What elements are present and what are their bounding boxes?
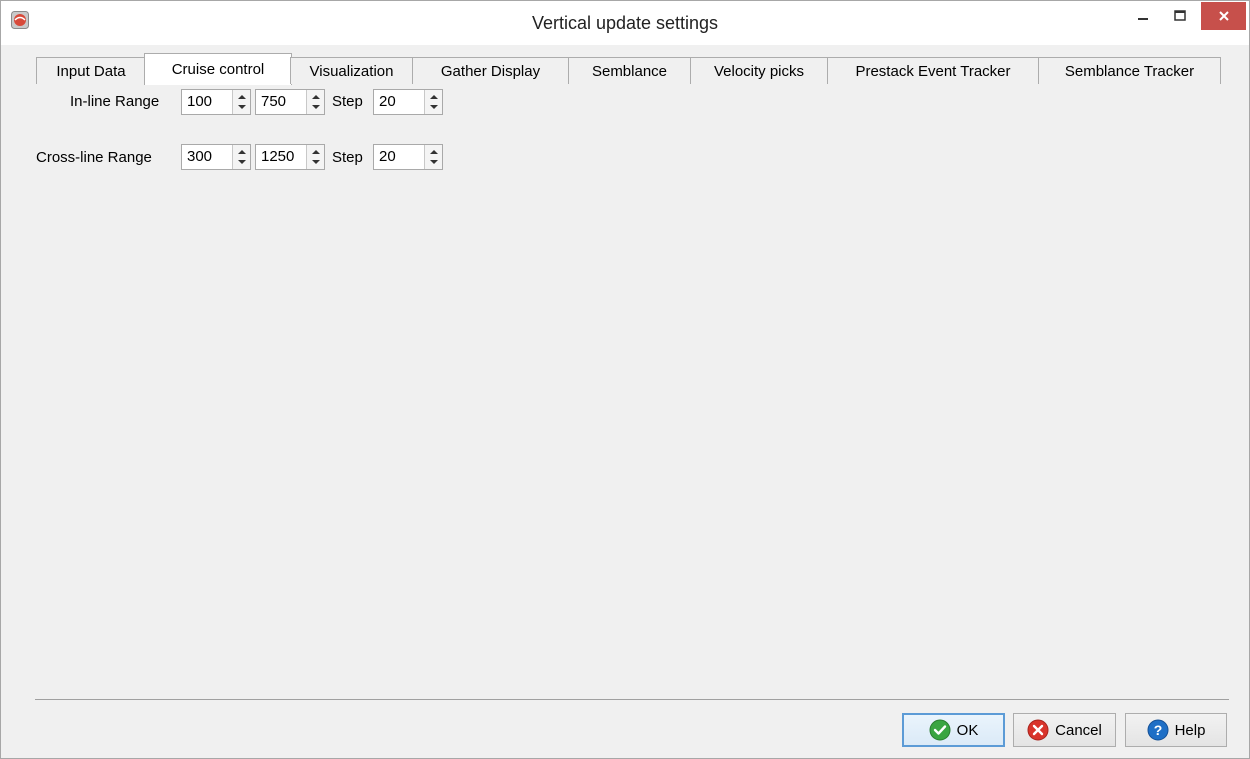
tab-label: Gather Display xyxy=(440,62,541,80)
spinner-up-icon[interactable] xyxy=(428,92,439,102)
cancel-label: Cancel xyxy=(1055,721,1102,739)
help-label: Help xyxy=(1174,721,1206,739)
minimize-icon xyxy=(1138,18,1148,20)
crossline-from-spinner[interactable]: 300 xyxy=(181,144,251,170)
inline-from-value[interactable]: 100 xyxy=(187,93,212,110)
spinner-arrows[interactable] xyxy=(306,90,324,114)
spinner-up-icon[interactable] xyxy=(310,147,321,157)
crossline-from-value[interactable]: 300 xyxy=(187,148,212,165)
inline-to-spinner[interactable]: 750 xyxy=(255,89,325,115)
tab-label: Semblance Tracker xyxy=(1064,62,1195,80)
crossline-range-label: Cross-line Range xyxy=(36,149,152,166)
tab-label: Prestack Event Tracker xyxy=(855,62,1011,80)
tab-label: Visualization xyxy=(309,62,394,80)
tab-gather-display[interactable]: Gather Display xyxy=(412,57,569,84)
spinner-arrows[interactable] xyxy=(424,145,442,169)
spinner-arrows[interactable] xyxy=(306,145,324,169)
tab-visualization[interactable]: Visualization xyxy=(290,57,413,84)
title-bar[interactable]: Vertical update settings xyxy=(1,1,1249,45)
cancel-button[interactable]: Cancel xyxy=(1013,713,1116,747)
dialog-window: Vertical update settings Input Data Crui… xyxy=(0,0,1250,759)
inline-step-label: Step xyxy=(332,93,363,110)
inline-step-value[interactable]: 20 xyxy=(379,93,396,110)
help-button[interactable]: ? Help xyxy=(1125,713,1227,747)
ok-button[interactable]: OK xyxy=(902,713,1005,747)
spinner-up-icon[interactable] xyxy=(236,147,247,157)
crossline-to-spinner[interactable]: 1250 xyxy=(255,144,325,170)
spinner-arrows[interactable] xyxy=(232,90,250,114)
spinner-down-icon[interactable] xyxy=(236,102,247,112)
spinner-up-icon[interactable] xyxy=(310,92,321,102)
maximize-button[interactable] xyxy=(1163,2,1197,30)
close-button[interactable] xyxy=(1201,2,1246,30)
tab-label: Velocity picks xyxy=(713,62,805,80)
crossline-step-label: Step xyxy=(332,149,363,166)
spinner-up-icon[interactable] xyxy=(236,92,247,102)
spinner-down-icon[interactable] xyxy=(428,157,439,167)
spinner-down-icon[interactable] xyxy=(310,157,321,167)
tab-velocity-picks[interactable]: Velocity picks xyxy=(690,57,828,84)
ok-label: OK xyxy=(956,721,979,739)
tab-prestack-event-tracker[interactable]: Prestack Event Tracker xyxy=(827,57,1039,84)
svg-text:?: ? xyxy=(1153,722,1162,738)
tab-input-data[interactable]: Input Data xyxy=(36,57,146,84)
inline-range-label: In-line Range xyxy=(70,93,160,110)
window-title: Vertical update settings xyxy=(531,13,719,33)
tab-bar: Input Data Cruise control Visualization … xyxy=(36,53,1226,85)
minimize-button[interactable] xyxy=(1126,2,1160,30)
spinner-down-icon[interactable] xyxy=(236,157,247,167)
help-question-icon: ? xyxy=(1147,719,1169,741)
footer-separator xyxy=(35,699,1229,700)
inline-step-spinner[interactable]: 20 xyxy=(373,89,443,115)
inline-to-value[interactable]: 750 xyxy=(261,93,286,110)
spinner-arrows[interactable] xyxy=(424,90,442,114)
maximize-icon xyxy=(1174,10,1186,21)
tab-semblance-tracker[interactable]: Semblance Tracker xyxy=(1038,57,1221,84)
tab-label: Semblance xyxy=(591,62,668,80)
cancel-x-icon xyxy=(1027,719,1049,741)
tab-cruise-control[interactable]: Cruise control xyxy=(144,53,292,85)
spinner-down-icon[interactable] xyxy=(428,102,439,112)
spinner-down-icon[interactable] xyxy=(310,102,321,112)
crossline-step-spinner[interactable]: 20 xyxy=(373,144,443,170)
spinner-up-icon[interactable] xyxy=(428,147,439,157)
spinner-arrows[interactable] xyxy=(232,145,250,169)
tab-label: Cruise control xyxy=(171,61,265,78)
inline-from-spinner[interactable]: 100 xyxy=(181,89,251,115)
crossline-to-value[interactable]: 1250 xyxy=(261,148,294,165)
tab-label: Input Data xyxy=(56,62,126,80)
close-icon xyxy=(1218,11,1229,21)
ok-check-icon xyxy=(929,719,951,741)
tab-semblance[interactable]: Semblance xyxy=(568,57,691,84)
crossline-step-value[interactable]: 20 xyxy=(379,148,396,165)
